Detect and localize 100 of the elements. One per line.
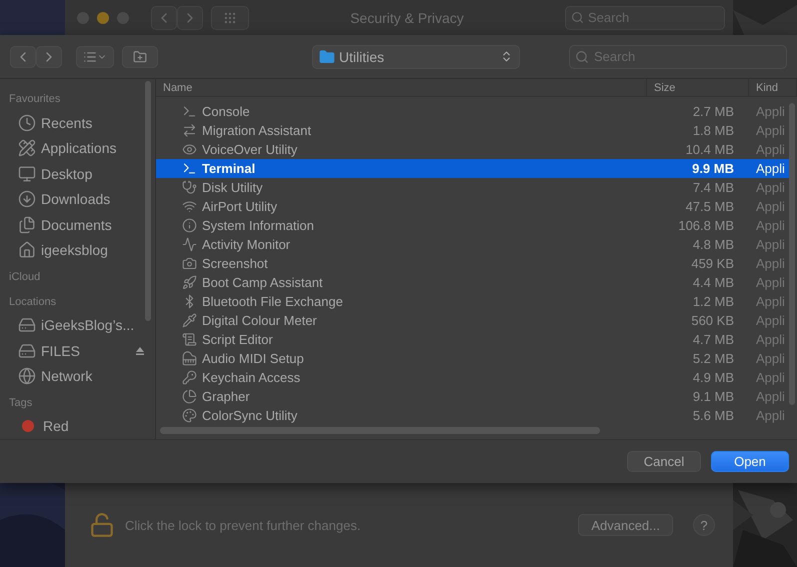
palette-icon bbox=[182, 408, 197, 423]
file-size: 7.4 MB bbox=[692, 180, 735, 195]
back-button[interactable] bbox=[10, 46, 36, 68]
documents-icon bbox=[18, 216, 36, 234]
file-row[interactable]: Bluetooth File Exchange 1.2 MB Appli bbox=[156, 292, 789, 311]
drive-icon bbox=[18, 342, 36, 360]
folder-icon bbox=[319, 48, 335, 64]
file-name: Screenshot bbox=[202, 256, 268, 271]
forward-button[interactable] bbox=[177, 6, 203, 30]
open-button[interactable]: Open bbox=[711, 451, 789, 472]
file-row[interactable]: Audio MIDI Setup 5.2 MB Appli bbox=[156, 349, 789, 368]
house-icon bbox=[18, 241, 36, 259]
file-size: 106.8 MB bbox=[677, 218, 735, 233]
lock-icon[interactable] bbox=[89, 512, 115, 538]
file-row[interactable]: Console 2.7 MB Appli bbox=[156, 102, 789, 121]
file-name: Script Editor bbox=[202, 332, 273, 347]
file-row[interactable]: Migration Assistant 1.8 MB Appli bbox=[156, 121, 789, 140]
activity-icon bbox=[182, 237, 197, 252]
file-size: 5.6 MB bbox=[692, 408, 735, 423]
file-row[interactable]: Grapher 9.1 MB Appli bbox=[156, 387, 789, 406]
sidebar-item[interactable]: Red bbox=[0, 414, 155, 439]
file-size: 4.8 MB bbox=[692, 237, 735, 252]
sidebar-item[interactable]: igeeksblog bbox=[0, 237, 155, 263]
pipette-icon bbox=[182, 313, 197, 328]
scroll-icon bbox=[182, 332, 197, 347]
sidebar-item[interactable]: Downloads bbox=[0, 186, 155, 212]
file-name: Grapher bbox=[202, 389, 250, 404]
file-row[interactable]: AirPort Utility 47.5 MB Appli bbox=[156, 197, 789, 216]
sidebar-item[interactable]: Desktop bbox=[0, 160, 155, 186]
file-size: 1.8 MB bbox=[692, 123, 735, 138]
back-button[interactable] bbox=[151, 6, 177, 30]
file-size: 459 KB bbox=[690, 256, 735, 271]
help-button[interactable]: ? bbox=[693, 514, 715, 536]
window-title: Security & Privacy bbox=[349, 10, 465, 26]
grid-button[interactable] bbox=[211, 6, 249, 30]
sidebar-item[interactable]: FILES bbox=[0, 338, 155, 364]
file-row[interactable]: Activity Monitor 4.8 MB Appli bbox=[156, 235, 789, 254]
file-size: 9.1 MB bbox=[692, 389, 735, 404]
file-row[interactable]: ColorSync Utility 5.6 MB Appli bbox=[156, 406, 789, 425]
file-kind: Appli bbox=[755, 275, 786, 290]
scrollbar[interactable] bbox=[789, 103, 795, 405]
file-size: 560 KB bbox=[690, 313, 735, 328]
file-name: ColorSync Utility bbox=[202, 408, 298, 423]
eject-icon[interactable] bbox=[135, 346, 145, 356]
file-kind: Appli bbox=[755, 294, 786, 309]
stethoscope-icon bbox=[182, 180, 197, 195]
rocket-icon bbox=[182, 275, 197, 290]
location-popup[interactable]: Utilities bbox=[312, 44, 520, 68]
eye-icon bbox=[182, 142, 197, 157]
sidebar-item[interactable]: Network bbox=[0, 363, 155, 389]
file-name: Disk Utility bbox=[202, 180, 263, 195]
file-row[interactable]: System Information 106.8 MB Appli bbox=[156, 216, 789, 235]
section-heading: Tags bbox=[8, 396, 34, 411]
section-heading: Locations bbox=[8, 294, 58, 310]
file-row[interactable]: Screenshot 459 KB Appli bbox=[156, 254, 789, 273]
clock-icon bbox=[18, 114, 36, 132]
file-kind: Appli bbox=[755, 104, 786, 119]
sidebar-item[interactable]: Documents bbox=[0, 212, 155, 238]
file-name: Digital Colour Meter bbox=[202, 313, 317, 328]
file-row[interactable]: Script Editor 4.7 MB Appli bbox=[156, 330, 789, 349]
view-options-button[interactable] bbox=[76, 46, 114, 68]
sidebar-item[interactable]: iGeeksBlog’s... bbox=[0, 312, 155, 338]
file-kind: Appli bbox=[755, 199, 786, 214]
file-row[interactable]: Disk Utility 7.4 MB Appli bbox=[156, 178, 789, 197]
file-name: System Information bbox=[202, 218, 314, 233]
file-row[interactable]: Digital Colour Meter 560 KB Appli bbox=[156, 311, 789, 330]
grid-icon bbox=[223, 10, 237, 24]
column-header[interactable]: Size bbox=[647, 79, 749, 97]
file-row[interactable]: Keychain Access 4.9 MB Appli bbox=[156, 368, 789, 387]
file-kind: Appli bbox=[755, 408, 786, 423]
arrows-icon bbox=[182, 123, 197, 138]
file-size: 4.4 MB bbox=[692, 275, 735, 290]
file-kind: Appli bbox=[755, 218, 786, 233]
column-header[interactable]: Kind bbox=[749, 79, 797, 97]
file-size: 5.2 MB bbox=[692, 351, 735, 366]
new-folder-button[interactable] bbox=[122, 46, 158, 68]
download-icon bbox=[18, 190, 36, 208]
section-heading: iCloud bbox=[8, 270, 42, 285]
file-name: Console bbox=[202, 104, 250, 119]
minimize-button[interactable] bbox=[97, 12, 109, 24]
column-header[interactable]: Name bbox=[156, 79, 647, 97]
sidebar-item[interactable]: Applications bbox=[0, 135, 155, 161]
sidebar-item[interactable]: Recents bbox=[0, 110, 155, 136]
file-name: VoiceOver Utility bbox=[202, 142, 298, 157]
file-kind: Appli bbox=[755, 370, 786, 385]
file-row[interactable]: Boot Camp Assistant 4.4 MB Appli bbox=[156, 273, 789, 292]
file-size: 2.7 MB bbox=[692, 104, 735, 119]
terminal-icon bbox=[182, 161, 197, 176]
advanced-button[interactable]: Advanced... bbox=[578, 514, 673, 536]
file-row[interactable]: VoiceOver Utility 10.4 MB Appli bbox=[156, 140, 789, 159]
cancel-button[interactable]: Cancel bbox=[627, 451, 701, 472]
forward-button[interactable] bbox=[36, 46, 62, 68]
file-name: Boot Camp Assistant bbox=[202, 275, 323, 290]
file-row[interactable]: Terminal 9.9 MB Appli bbox=[156, 159, 789, 178]
scrollbar[interactable] bbox=[145, 81, 151, 321]
file-kind: Appli bbox=[755, 313, 786, 328]
file-size: 4.7 MB bbox=[692, 332, 735, 347]
folder-plus-icon bbox=[133, 50, 147, 64]
file-kind: Appli bbox=[755, 123, 786, 138]
list-icon bbox=[83, 50, 97, 64]
